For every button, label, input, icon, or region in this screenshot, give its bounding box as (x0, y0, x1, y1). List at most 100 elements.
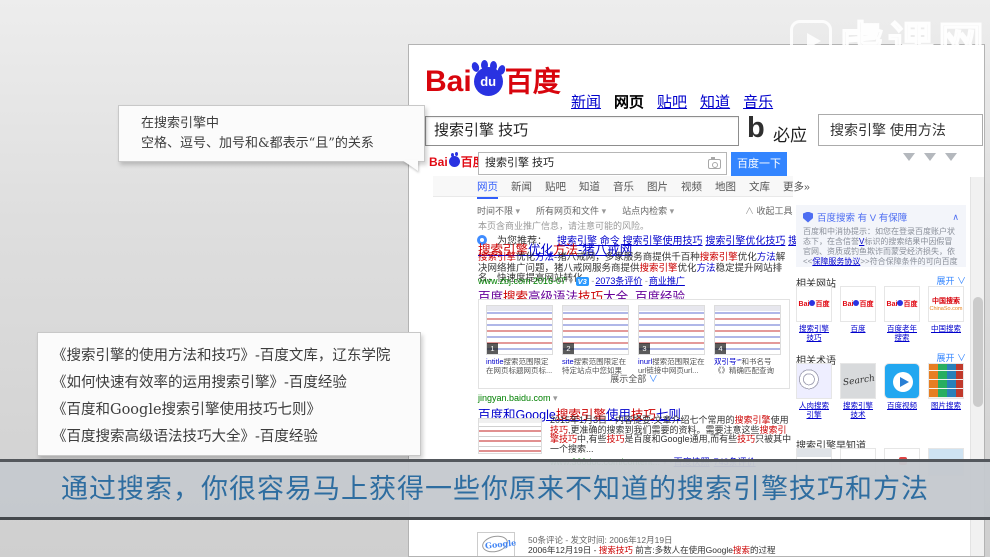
baidu-logo-icon: Bai 百度 (840, 286, 876, 322)
serp-tab[interactable]: 新闻 (511, 179, 532, 199)
result-card: 1 intitle搜索范围限定在网页标题网页标... 2 site搜索范围限定在特定站… (478, 299, 790, 389)
baidu-search-input[interactable]: 搜索引擎 技巧 (425, 116, 739, 146)
reference-item: 《百度和Google搜索引擎使用技巧七则》 (52, 402, 322, 418)
term-logo-text: Search (842, 373, 876, 389)
serp-tab[interactable]: 文库 (749, 179, 770, 199)
related-site-label[interactable]: 百度 (840, 324, 876, 334)
baidu-submit-button[interactable]: 百度一下 (731, 152, 787, 176)
guarantee-header: 百度搜索 有 V 有保障 ∧ (803, 210, 959, 224)
serp-tools: 时间不限 所有网页和文件 站点内检索 (477, 204, 674, 217)
serp-baidu-logo[interactable]: Bai 百度 (429, 153, 485, 168)
related-site-label[interactable]: 中国搜索 (928, 324, 964, 334)
collapse-tools-link[interactable]: 收起工具 (745, 204, 793, 217)
nav-link[interactable]: 网页 (614, 91, 644, 112)
annotation-note: 在搜索引擎中 空格、逗号、加号和&都表示“且”的关系 (118, 105, 425, 171)
nav-link[interactable]: 新闻 (571, 91, 601, 112)
bing-logo-icon: b (747, 112, 765, 144)
bing-search-value: 搜索引擎 使用方法 (830, 122, 946, 138)
serp-search-input[interactable]: 搜索引擎 技巧 (478, 152, 727, 175)
card-item[interactable]: 1 intitle搜索范围限定在网页标题网页标... (486, 305, 553, 375)
result-thumbnail[interactable] (478, 418, 542, 454)
related-term-item[interactable]: 图片搜索 (928, 363, 964, 419)
serp-tab[interactable]: 网页 (477, 179, 498, 199)
card-number-badge: 4 (715, 343, 726, 354)
baidu-logo-icon: Bai 百度 (796, 286, 832, 322)
related-term-item[interactable]: 人肉搜索引擎 (796, 363, 832, 419)
related-term-label[interactable]: 搜索引擎技术 (840, 401, 876, 419)
site-link[interactable]: jingyan.baidu.com (478, 393, 558, 404)
bing-logo-text: 必应 (773, 126, 807, 145)
recommend-link[interactable]: 搜索引擎使用技巧 (623, 236, 703, 247)
reference-list: 《搜索引擎的使用方法和技巧》-百度文库，辽东学院 《如何快速有效率的运用搜索引擎》… (37, 332, 421, 456)
related-term-label[interactable]: 百度视频 (884, 401, 920, 411)
doodle-icon (796, 363, 832, 399)
tutorial-screenshot-root: 虎课网 Bai du 百度 新闻 网页 贴吧 知道 音乐 搜索引擎 技巧 b 必应 搜索… (0, 0, 990, 557)
serp-tab[interactable]: 视频 (681, 179, 702, 199)
baidu-mini-logo: Bai 百度 (842, 300, 874, 308)
v-badge: V3 (575, 277, 589, 286)
triangle-down-icon (903, 153, 915, 161)
related-site-item[interactable]: 中国搜索 ChinaSo.com 中国搜索 (928, 286, 964, 342)
serp-tab[interactable]: 音乐 (613, 179, 634, 199)
related-terms: 人肉搜索引擎 Search 搜索引擎技术 百度视频 图片搜索 (796, 363, 966, 419)
serp-tab[interactable]: 更多» (783, 179, 810, 199)
result-description: 2015年1月3日 - 内容提要:文章介绍七个常用的搜索引擎使用技巧,更准确的搜… (550, 415, 792, 454)
scrollbar-thumb[interactable] (972, 297, 983, 407)
serp-tab[interactable]: 贴吧 (545, 179, 566, 199)
related-site-label[interactable]: 百度老年搜索 (884, 324, 920, 342)
caption-text: 通过搜索，你很容易马上获得一些你原来不知道的搜索引擎技巧和方法 (61, 474, 929, 504)
ad-tag-link[interactable]: 商业推广 (645, 276, 685, 286)
card-thumbnail: 3 (638, 305, 705, 355)
result-date: 2016-07 (533, 276, 567, 286)
caret-down-icon[interactable] (569, 276, 574, 286)
reference-item: 《百度搜索高级语法技巧大全》-百度经验 (52, 429, 318, 445)
related-site-item[interactable]: Bai 百度百度 (840, 286, 876, 342)
nav-link[interactable]: 知道 (700, 91, 730, 112)
serp-tab[interactable]: 知道 (579, 179, 600, 199)
nav-link[interactable]: 音乐 (743, 91, 773, 112)
google-thumbnail[interactable]: Google (477, 532, 517, 556)
card-number-badge: 1 (487, 343, 498, 354)
serp-tab[interactable]: 地图 (715, 179, 736, 199)
ad-notice: 本页含商业推广信息，请注意可能的风险。 (478, 221, 650, 231)
baidu-paw-icon: du (470, 60, 507, 96)
reference-item: 《搜索引擎的使用方法和技巧》-百度文库，辽东学院 (52, 348, 391, 364)
card-item[interactable]: 2site搜索范围限定在特定站点中您如果知... (562, 305, 629, 375)
baidu-search-value: 搜索引擎 技巧 (434, 122, 529, 139)
show-all-button[interactable]: 展示全部 (479, 372, 789, 385)
pointer-triangles (903, 148, 966, 166)
card-thumbnail: 2 (562, 305, 629, 355)
recommend-link[interactable]: 搜索引擎优化技巧 (705, 236, 785, 247)
related-term-label[interactable]: 人肉搜索引擎 (796, 401, 832, 419)
baidu-paw-icon (448, 153, 460, 167)
caption-banner: 通过搜索，你很容易马上获得一些你原来不知道的搜索引擎技巧和方法 (0, 459, 990, 520)
nav-link[interactable]: 贴吧 (657, 91, 687, 112)
related-term-item[interactable]: Search 搜索引擎技术 (840, 363, 876, 419)
related-site-item[interactable]: Bai 百度搜索引擎技巧 (796, 286, 832, 342)
card-item[interactable]: 4双引号“”和书名号《》精确匹配查询词... (714, 305, 781, 375)
result-url: www.zbj.com (478, 276, 531, 286)
camera-icon[interactable] (708, 157, 721, 169)
chinaso-logo-icon: 中国搜索 ChinaSo.com (928, 286, 964, 322)
triangle-down-icon (945, 153, 957, 161)
serp-tab[interactable]: 图片 (647, 179, 668, 199)
related-site-item[interactable]: Bai 百度 百度老年搜索 (884, 286, 920, 342)
caret-up-icon[interactable]: ∧ (952, 212, 959, 223)
reviews-link[interactable]: 2073条评价 (591, 276, 642, 286)
video-play-icon (884, 363, 920, 399)
related-term-item[interactable]: 百度视频 (884, 363, 920, 419)
result-description: 2006年12月19日 - 搜索技巧 前言:多数人在使用Google搜索的过程是… (528, 545, 776, 556)
related-term-label[interactable]: 图片搜索 (928, 401, 964, 411)
guarantee-box: 百度搜索 有 V 有保障 ∧ 百度和中消协提示：如您在登录百度账户状态下，在含信… (796, 205, 966, 267)
baidu-nav: 新闻 网页 贴吧 知道 音乐 (571, 91, 773, 112)
baidu-logo[interactable]: Bai du 百度 (425, 60, 561, 98)
baidu-logo-latin: Bai (425, 65, 472, 98)
tool-filter[interactable]: 所有网页和文件 (536, 204, 606, 217)
bing-search-input[interactable]: 搜索引擎 使用方法 (818, 114, 983, 146)
image-grid-icon (928, 363, 964, 399)
tool-filter[interactable]: 时间不限 (477, 204, 520, 217)
tool-filter[interactable]: 站点内检索 (622, 204, 674, 217)
card-thumbnail: 1 (486, 305, 553, 355)
card-item[interactable]: 3 inurl搜索范围限定在url链接中网页url... (638, 305, 705, 375)
related-site-label[interactable]: 搜索引擎技巧 (796, 324, 832, 342)
